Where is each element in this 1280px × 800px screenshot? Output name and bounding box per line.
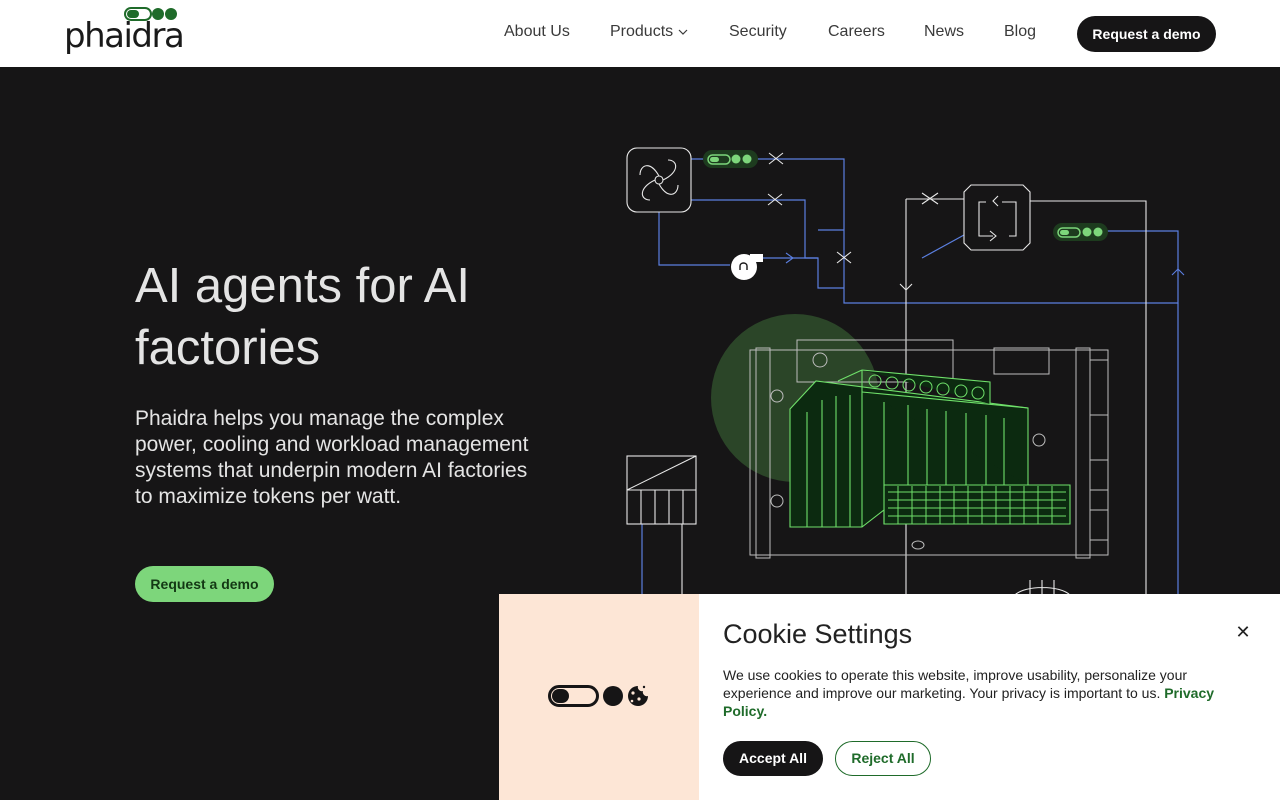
nav-news[interactable]: News (924, 22, 964, 42)
nav-about-us[interactable]: About Us (504, 22, 570, 42)
request-demo-button-header[interactable]: Request a demo (1077, 16, 1216, 52)
site-header: phaidra About Us Products Security Caree… (0, 0, 1280, 67)
nav-careers[interactable]: Careers (828, 22, 885, 42)
cookie-description: We use cookies to operate this website, … (723, 666, 1243, 720)
hero-subtitle: Phaidra helps you manage the complex pow… (135, 407, 529, 508)
nav-products[interactable]: Products (610, 22, 688, 42)
logo-text: phaidra (64, 16, 185, 56)
nav-security[interactable]: Security (729, 22, 787, 42)
toggle-cookie-icon (548, 685, 648, 707)
cooling-system-illustration (626, 147, 1185, 600)
chevron-down-icon (678, 29, 688, 35)
nav-products-label: Products (610, 23, 674, 40)
cookie-banner: Cookie Settings ✕ We use cookies to oper… (499, 594, 1280, 800)
cookie-title: Cookie Settings (723, 619, 913, 649)
nav-blog[interactable]: Blog (1004, 22, 1036, 42)
cookie-art-panel (499, 594, 699, 800)
request-demo-button-hero[interactable]: Request a demo (135, 566, 274, 602)
reject-all-button[interactable]: Reject All (835, 741, 931, 776)
close-icon[interactable]: ✕ (1233, 622, 1253, 642)
accept-all-button[interactable]: Accept All (723, 741, 823, 776)
cookie-body-text: We use cookies to operate this website, … (723, 667, 1188, 701)
logo[interactable]: phaidra (64, 7, 185, 53)
hero-title: AI agents for AI factories (135, 259, 471, 375)
